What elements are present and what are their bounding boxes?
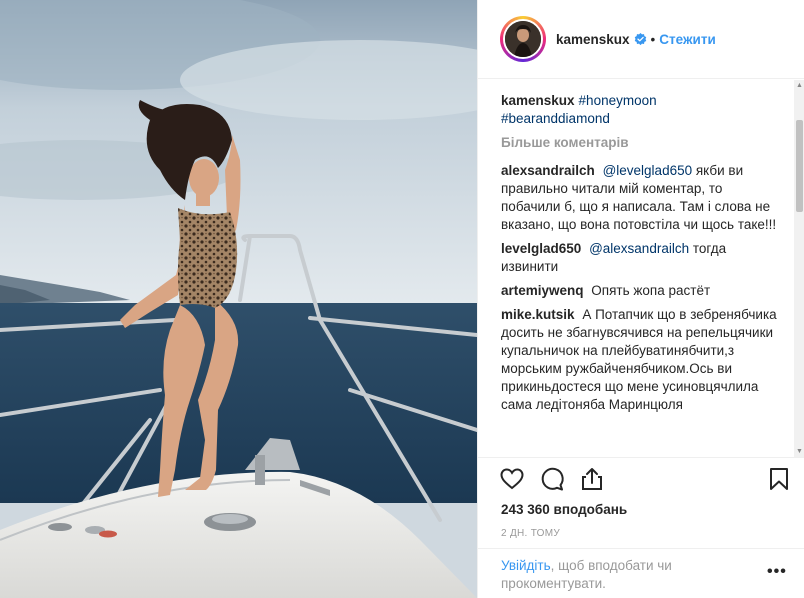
post-author-username[interactable]: kamenskux bbox=[556, 32, 630, 47]
comment-mention[interactable]: @levelglad650 bbox=[603, 163, 693, 178]
post-image bbox=[0, 0, 477, 598]
post-photo[interactable] bbox=[0, 0, 477, 598]
comment-item: levelglad650 @alexsandrailch тогда извин… bbox=[501, 240, 784, 276]
post-actions: 243 360 вподобань 2 ДН. ТОМУ Увійдіть, щ… bbox=[478, 457, 804, 598]
comment-icon[interactable] bbox=[539, 466, 565, 492]
comment-item: artemiywenq Опять жопа растёт bbox=[501, 282, 784, 300]
comment-mention[interactable]: @alexsandrailch bbox=[589, 241, 689, 256]
action-icons-row bbox=[478, 458, 804, 498]
comment-username[interactable]: levelglad650 bbox=[501, 241, 581, 256]
login-link[interactable]: Увійдіть bbox=[501, 558, 551, 573]
separator-dot: • bbox=[650, 31, 656, 47]
more-options-icon[interactable]: ••• bbox=[767, 563, 787, 581]
scrollbar-thumb[interactable] bbox=[796, 120, 803, 212]
likes-count[interactable]: 243 360 вподобань bbox=[501, 502, 627, 517]
caption: kamenskux #honeymoon #bearanddiamond bbox=[501, 92, 784, 128]
login-prompt-text: Увійдіть, щоб вподобати чи прокоментуват… bbox=[501, 557, 721, 593]
follow-button[interactable]: Стежити bbox=[659, 32, 715, 47]
comment-item: alexsandrailch @levelglad650 якби ви пра… bbox=[501, 162, 784, 234]
hashtag-link[interactable]: #honeymoon bbox=[579, 93, 657, 108]
comment-username[interactable]: alexsandrailch bbox=[501, 163, 595, 178]
login-prompt: Увійдіть, щоб вподобати чи прокоментуват… bbox=[478, 548, 804, 598]
heart-icon[interactable] bbox=[499, 466, 525, 492]
avatar-image bbox=[505, 21, 541, 57]
caption-username[interactable]: kamenskux bbox=[501, 93, 575, 108]
comments-scrollbar[interactable]: ▲ ▼ bbox=[794, 80, 804, 457]
comment-username[interactable]: mike.kutsik bbox=[501, 307, 575, 322]
load-more-comments-button[interactable]: Більше коментарів bbox=[501, 134, 784, 152]
comments-list: kamenskux #honeymoon #bearanddiamond Біль… bbox=[478, 80, 796, 457]
share-icon[interactable] bbox=[579, 466, 605, 492]
bookmark-icon[interactable] bbox=[766, 466, 792, 492]
comment-text: А Потапчик що в зебренябчика досить не з… bbox=[501, 307, 777, 412]
scroll-down-arrow-icon[interactable]: ▼ bbox=[794, 446, 804, 457]
avatar[interactable] bbox=[503, 19, 543, 59]
post-header: kamenskux • Стежити bbox=[478, 0, 804, 79]
verified-badge-icon bbox=[634, 32, 646, 45]
avatar-ring[interactable] bbox=[500, 16, 546, 62]
post-timestamp[interactable]: 2 ДН. ТОМУ bbox=[501, 528, 560, 539]
post-sidebar: kamenskux • Стежити kamenskux #honeymoon … bbox=[477, 0, 804, 598]
scroll-up-arrow-icon[interactable]: ▲ bbox=[794, 80, 804, 91]
comment-text: Опять жопа растёт bbox=[591, 283, 711, 298]
comment-username[interactable]: artemiywenq bbox=[501, 283, 584, 298]
hashtag-link[interactable]: #bearanddiamond bbox=[501, 111, 610, 126]
comment-item: mike.kutsik А Потапчик що в зебренябчика… bbox=[501, 306, 784, 414]
